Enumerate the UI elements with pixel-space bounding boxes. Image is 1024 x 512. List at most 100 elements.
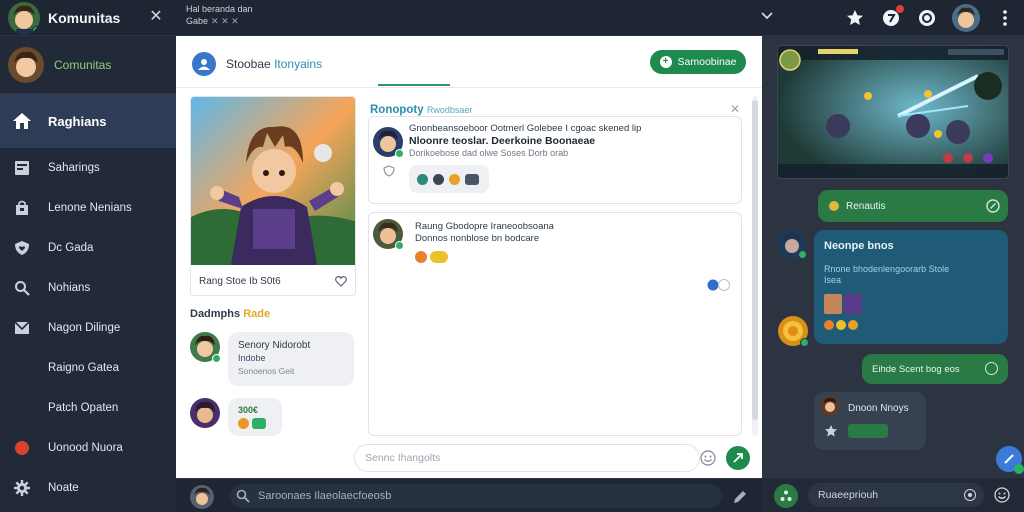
chat-input[interactable]: Ruaeepriouh [808, 483, 984, 507]
chevron-down-icon[interactable] [758, 6, 776, 24]
scrollbar-thumb[interactable] [752, 100, 758, 420]
top-tab-secondary[interactable]: Gabe [186, 16, 208, 26]
feed-post[interactable]: Gnonbeansoeboor Ootmerl Golebee I cgoac … [368, 116, 742, 204]
comment-item[interactable]: Senory Nidorobt Indobe Sonoenos Geit [190, 332, 354, 386]
chat-author-avatar[interactable] [778, 316, 809, 347]
compose-avatar[interactable] [190, 485, 214, 509]
reaction-icon[interactable] [836, 320, 846, 330]
top-tab-primary[interactable]: Hal beranda dan [186, 3, 253, 15]
send-icon [733, 453, 743, 463]
refresh-icon[interactable] [916, 7, 938, 29]
close-icon[interactable]: ✕ ✕ ✕ [211, 16, 239, 26]
sidebar-item-lenone[interactable]: Lenone Nenians [0, 188, 176, 228]
panel-title[interactable]: Stoobae Itonyains [226, 57, 322, 71]
sidebar-item-label: Nohians [48, 282, 91, 294]
heart-icon[interactable] [335, 275, 347, 287]
comment-item[interactable]: 300€ [190, 398, 282, 436]
reaction-row[interactable] [824, 320, 998, 330]
emoji-icon[interactable] [994, 487, 1010, 503]
reaction-icon[interactable] [433, 173, 444, 185]
chat-author-avatar[interactable] [778, 230, 807, 259]
notification-dot [896, 5, 904, 13]
user-badge-icon[interactable] [192, 52, 216, 76]
online-indicator [1014, 464, 1024, 474]
image-thumbnails[interactable] [824, 294, 998, 314]
sidebar-item-noate[interactable]: Noate [0, 468, 176, 508]
sidebar-item-nagon[interactable]: Nagon Dilinge [0, 308, 176, 348]
reaction-icon[interactable] [417, 173, 428, 185]
new-message-button[interactable] [996, 446, 1024, 474]
sidebar-item-dc-gada[interactable]: Dc Gada [0, 228, 176, 268]
sidebar-item-nohians[interactable]: Nohians [0, 268, 176, 308]
sidebar-item-uonood[interactable]: Uonood Nuora [0, 428, 176, 468]
sidebar-item-home[interactable]: Raghians [0, 94, 176, 148]
comment-bubble: Senory Nidorobt Indobe Sonoenos Geit [228, 332, 354, 386]
share-toggle[interactable] [707, 279, 733, 291]
post-author-avatar[interactable] [373, 127, 404, 158]
comment-input[interactable]: Sennc Ihangolts [354, 444, 700, 472]
commenter-avatar[interactable] [190, 398, 220, 428]
reaction-icon[interactable] [415, 251, 427, 263]
shield-icon [383, 165, 395, 177]
chat-footer: Ruaeepriouh [762, 478, 1024, 512]
post-line: Donnos nonblose bn bodcare [415, 233, 540, 244]
reaction-icon[interactable] [252, 418, 266, 429]
app-avatar[interactable] [8, 2, 40, 34]
emoji-icon[interactable] [700, 450, 716, 466]
commenter-avatar[interactable] [190, 332, 221, 363]
send-button[interactable] [726, 446, 750, 470]
notification-icon[interactable] [880, 5, 904, 29]
reaction-icon[interactable] [848, 320, 858, 330]
online-indicator [212, 354, 221, 363]
chat-message-outgoing[interactable]: Renautis [818, 190, 1008, 222]
reaction-icon[interactable] [465, 173, 479, 185]
user-avatar[interactable] [952, 4, 980, 32]
image-thumbnail[interactable] [844, 294, 862, 314]
link-icon[interactable] [986, 199, 1000, 213]
reaction-icon[interactable] [430, 251, 448, 263]
post-author-avatar[interactable] [373, 219, 404, 250]
create-button[interactable]: + Samoobinae [650, 50, 746, 74]
chat-message-incoming[interactable]: Dnoon Nnoys [814, 392, 926, 450]
hero-card[interactable]: Rang Stoe Ib S0t6 [190, 96, 356, 296]
chat-message-outgoing[interactable]: Eihde Scent bog eos [862, 354, 1008, 384]
sidebar-item-label: Nagon Dilinge [48, 322, 121, 334]
badge-star-icon[interactable] [844, 7, 866, 29]
chat-message-incoming[interactable]: Neonpe bnos Rnone bhodenlengoorarb Stole… [814, 230, 1008, 344]
sidebar-item-label: Patch Opaten [48, 402, 119, 414]
feed-title-main: Ronopoty [370, 104, 424, 116]
reaction-icon[interactable] [449, 173, 460, 185]
reaction-pill[interactable] [409, 165, 489, 193]
image-thumbnail[interactable] [824, 294, 842, 314]
online-indicator [798, 250, 807, 259]
sidebar-profile[interactable]: Comunitas [0, 36, 176, 94]
global-search-input[interactable]: Saroonaes Ilaeolaecfoeosb [230, 484, 722, 508]
record-icon[interactable] [964, 489, 976, 501]
post-line: Raung Gbodopre Iraneoobsoana [415, 221, 554, 232]
reaction-row[interactable] [238, 418, 266, 429]
reaction-row[interactable] [415, 251, 448, 263]
home-icon [12, 111, 32, 131]
feed-post[interactable]: Raung Gbodopre Iraneoobsoana Donnos nonb… [368, 212, 742, 436]
reaction-icon[interactable] [824, 320, 834, 330]
chat-message-text: Rnone bhodenlengoorarb Stole [824, 264, 950, 274]
more-vertical-icon[interactable] [994, 7, 1016, 29]
section-title-main: Dadmphs [190, 308, 241, 320]
chat-author-avatar[interactable] [820, 396, 840, 416]
add-attachment-button[interactable] [774, 484, 798, 508]
close-icon[interactable]: ✕ [146, 7, 166, 27]
attachment-pill[interactable] [848, 424, 888, 438]
scrollbar[interactable] [752, 96, 758, 436]
close-icon[interactable]: ✕ [730, 102, 740, 116]
feed-title: Ronopoty Rwodbsaer [370, 104, 472, 116]
top-tabs[interactable]: Hal beranda dan Gabe ✕ ✕ ✕ [186, 3, 253, 27]
profile-avatar[interactable] [8, 46, 44, 83]
game-screenshot[interactable] [777, 45, 1009, 179]
star-icon[interactable] [824, 424, 838, 438]
sidebar-item-saharings[interactable]: Saharings [0, 148, 176, 188]
pen-icon[interactable] [732, 489, 748, 505]
reaction-icon[interactable] [238, 418, 249, 429]
sidebar-item-raigno[interactable]: Raigno Gatea [0, 348, 176, 388]
sidebar-item-patch[interactable]: Patch Opaten [0, 388, 176, 428]
post-line: Nloonre teoslar. Deerkoine Boonaeae [409, 135, 596, 147]
